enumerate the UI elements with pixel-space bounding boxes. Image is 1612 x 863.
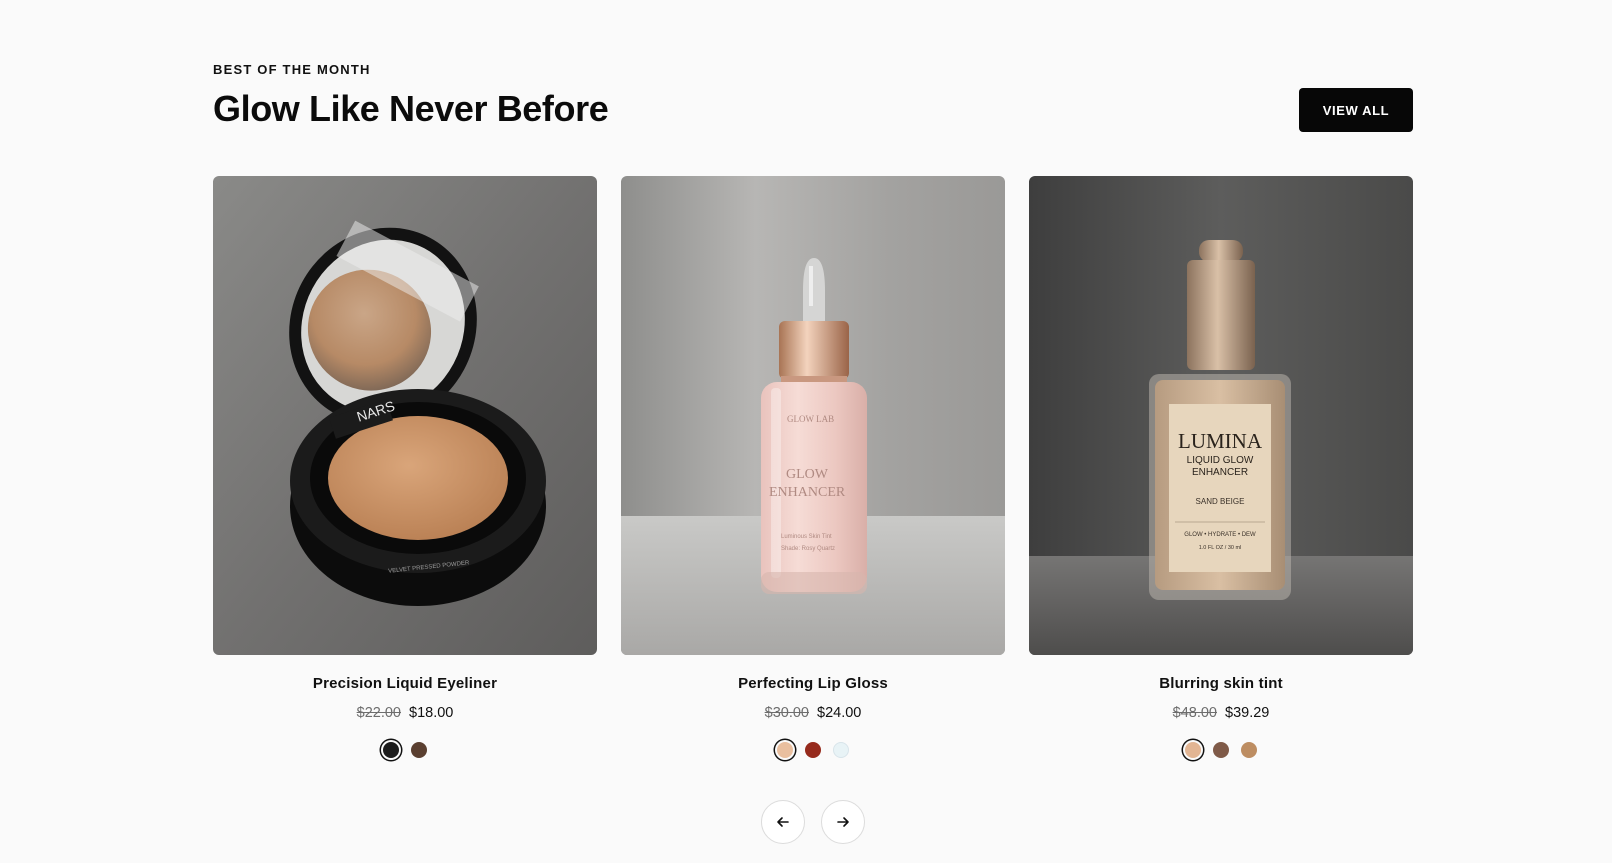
svg-text:1.0 FL OZ / 30 ml: 1.0 FL OZ / 30 ml	[1199, 545, 1242, 551]
view-all-button[interactable]: VIEW ALL	[1299, 88, 1413, 132]
color-swatch[interactable]	[411, 742, 427, 758]
carousel-prev-button[interactable]	[761, 800, 805, 844]
product-image[interactable]: GLOW LAB GLOW ENHANCER Luminous Skin Tin…	[621, 176, 1005, 655]
color-swatches	[1185, 742, 1257, 758]
svg-text:Shade: Rosy Quartz: Shade: Rosy Quartz	[781, 546, 835, 552]
price-row: $48.00 $39.29	[1173, 705, 1270, 721]
svg-text:ENHANCER: ENHANCER	[1192, 467, 1248, 478]
svg-text:SAND BEIGE: SAND BEIGE	[1196, 497, 1245, 506]
sale-price: $24.00	[817, 705, 862, 721]
svg-text:ENHANCER: ENHANCER	[769, 485, 846, 500]
section-eyebrow: BEST OF THE MONTH	[213, 62, 371, 77]
product-card: LUMINA LIQUID GLOW ENHANCER SAND BEIGE G…	[1029, 176, 1413, 758]
color-swatch[interactable]	[1241, 742, 1257, 758]
compare-at-price: $22.00	[356, 705, 401, 721]
compare-at-price: $48.00	[1172, 705, 1217, 721]
product-image[interactable]: NARS VELVET PRESSED POWDER	[213, 176, 597, 655]
price-row: $22.00 $18.00	[357, 705, 454, 721]
color-swatch[interactable]	[1185, 742, 1201, 758]
color-swatch[interactable]	[833, 742, 849, 758]
product-card: GLOW LAB GLOW ENHANCER Luminous Skin Tin…	[621, 176, 1005, 758]
color-swatch[interactable]	[777, 742, 793, 758]
carousel-navigation	[761, 800, 865, 844]
arrow-right-icon	[837, 817, 849, 827]
svg-text:Luminous Skin Tint: Luminous Skin Tint	[781, 534, 832, 540]
best-of-month-section: BEST OF THE MONTH Glow Like Never Before…	[213, 0, 1413, 863]
color-swatch[interactable]	[1213, 742, 1229, 758]
product-name[interactable]: Perfecting Lip Gloss	[738, 675, 888, 692]
product-card: NARS VELVET PRESSED POWDER Precision Liq…	[213, 176, 597, 758]
svg-text:GLOW: GLOW	[786, 467, 829, 482]
arrow-left-icon	[777, 817, 789, 827]
product-name[interactable]: Blurring skin tint	[1159, 675, 1283, 692]
product-carousel: NARS VELVET PRESSED POWDER Precision Liq…	[213, 176, 1413, 758]
compare-at-price: $30.00	[764, 705, 809, 721]
color-swatch[interactable]	[383, 742, 399, 758]
svg-text:LUMINA: LUMINA	[1178, 429, 1263, 453]
product-name[interactable]: Precision Liquid Eyeliner	[313, 675, 497, 692]
svg-text:LIQUID GLOW: LIQUID GLOW	[1187, 455, 1254, 466]
color-swatch[interactable]	[805, 742, 821, 758]
product-image[interactable]: LUMINA LIQUID GLOW ENHANCER SAND BEIGE G…	[1029, 176, 1413, 655]
svg-text:GLOW LAB: GLOW LAB	[787, 414, 834, 424]
sale-price: $39.29	[1225, 705, 1270, 721]
sale-price: $18.00	[409, 705, 454, 721]
carousel-next-button[interactable]	[821, 800, 865, 844]
price-row: $30.00 $24.00	[765, 705, 862, 721]
color-swatches	[777, 742, 849, 758]
section-title: Glow Like Never Before	[213, 88, 609, 129]
svg-text:GLOW • HYDRATE • DEW: GLOW • HYDRATE • DEW	[1184, 532, 1256, 538]
color-swatches	[383, 742, 427, 758]
